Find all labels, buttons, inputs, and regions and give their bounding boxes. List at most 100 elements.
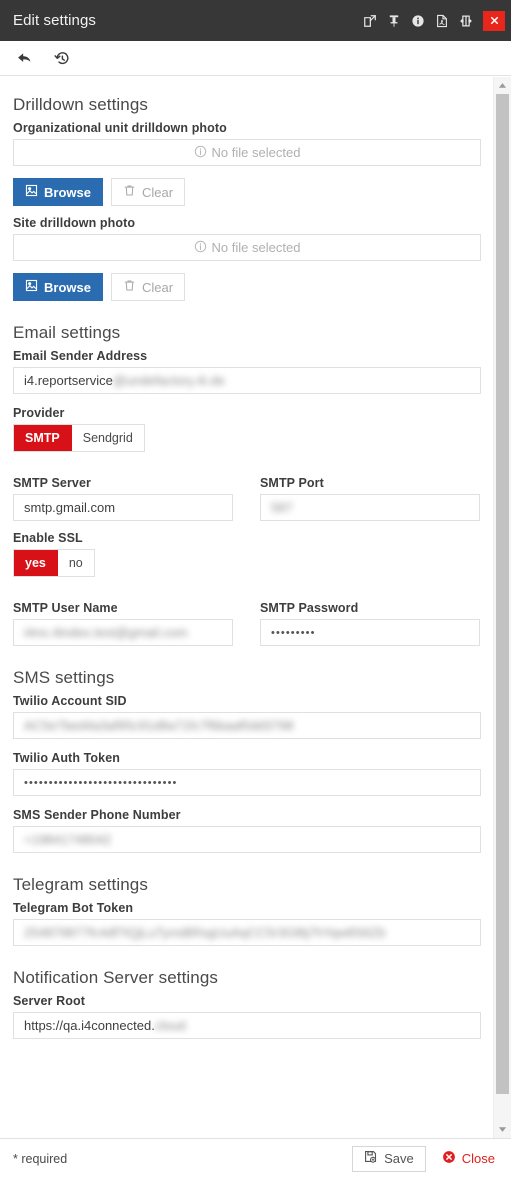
smtp-password-input[interactable]: •••••••••: [260, 619, 480, 646]
sms-sender-phone-number-input[interactable]: +19841748042: [13, 826, 481, 853]
smtp-user-name-value: i4no.4index.test@gmail.com: [24, 625, 188, 640]
label-email-sender-address: Email Sender Address: [13, 349, 148, 363]
pin-icon[interactable]: [383, 10, 405, 32]
pdf-icon[interactable]: [431, 10, 453, 32]
telegram-bot-token-input[interactable]: 254879877fc4df7tQjLuTynsBRsgUuAqCC5r3G8t…: [13, 919, 481, 946]
section-title-notification-server: Notification Server settings: [13, 968, 218, 987]
settings-content: Drilldown settings Organizational unit d…: [0, 95, 494, 1039]
section-title-sms: SMS settings: [13, 668, 115, 687]
section-title-email: Email settings: [13, 323, 121, 342]
ssl-option-yes[interactable]: yes: [14, 550, 58, 576]
site-photo-buttons: Browse Clear: [13, 273, 481, 301]
close-icon[interactable]: [483, 10, 505, 31]
label-smtp-port: SMTP Port: [260, 476, 324, 490]
sms-sender-phone-number-value: +19841748042: [24, 832, 112, 847]
enable-ssl-toggle[interactable]: yes no: [13, 549, 95, 577]
server-root-value: https://qa.i4connected.: [24, 1018, 155, 1033]
provider-option-smtp[interactable]: SMTP: [14, 425, 72, 451]
email-sender-address-input[interactable]: i4.reportservice @undefactory.4i.de: [13, 367, 481, 394]
close-button[interactable]: Close: [438, 1146, 499, 1172]
save-disk-icon: [364, 1150, 378, 1167]
label-org-unit-drilldown-photo: Organizational unit drilldown photo: [13, 121, 227, 135]
label-smtp-server: SMTP Server: [13, 476, 91, 490]
close-circle-icon: [442, 1150, 456, 1167]
smtp-port-input[interactable]: 587: [260, 494, 480, 521]
label-twilio-account-sid: Twilio Account SID: [13, 694, 127, 708]
smtp-user-name-input[interactable]: i4no.4index.test@gmail.com: [13, 619, 233, 646]
trash-icon: [123, 184, 136, 200]
scrollbar-up-arrow-icon[interactable]: [494, 77, 511, 94]
close-button-label: Close: [461, 1151, 495, 1166]
info-circle-icon: [194, 145, 207, 161]
vertical-scrollbar[interactable]: [493, 77, 511, 1138]
twilio-auth-token-input[interactable]: •••••••••••••••••••••••••••••••: [13, 769, 481, 796]
popout-icon[interactable]: [359, 10, 381, 32]
smtp-port-group: SMTP Port 587: [260, 476, 480, 521]
titlebar-actions: [359, 0, 511, 41]
twilio-account-sid-input[interactable]: AC5e7bed4a3af95c91d8a71fc7f6baaf0dd3798: [13, 712, 481, 739]
section-title-drilldown: Drilldown settings: [13, 95, 149, 114]
smtp-server-port-row: SMTP Server smtp.gmail.com SMTP Port 587: [13, 476, 481, 521]
smtp-username-group: SMTP User Name i4no.4index.test@gmail.co…: [13, 601, 233, 646]
browse-button-site[interactable]: Browse: [13, 273, 103, 301]
save-button[interactable]: Save: [352, 1145, 426, 1172]
org-unit-photo-buttons: Browse Clear: [13, 178, 481, 206]
twilio-account-sid-value: AC5e7bed4a3af95c91d8a71fc7f6baaf0dd3798: [24, 718, 294, 733]
window-titlebar: Edit settings: [0, 0, 511, 41]
info-icon[interactable]: [407, 10, 429, 32]
reset-history-icon[interactable]: [51, 47, 73, 69]
image-file-icon: [25, 184, 38, 200]
scrollbar-thumb[interactable]: [496, 94, 509, 1094]
email-sender-address-redacted: @undefactory.4i.de: [112, 373, 225, 388]
smtp-port-value: 587: [271, 500, 293, 515]
save-button-label: Save: [384, 1151, 414, 1166]
info-circle-icon: [194, 240, 207, 256]
provider-option-sendgrid[interactable]: Sendgrid: [71, 425, 144, 451]
clear-button-site[interactable]: Clear: [110, 273, 186, 301]
smtp-server-input[interactable]: smtp.gmail.com: [13, 494, 233, 521]
provider-toggle[interactable]: SMTP Sendgrid: [13, 424, 145, 452]
label-smtp-user-name: SMTP User Name: [13, 601, 118, 615]
label-sms-sender-phone-number: SMS Sender Phone Number: [13, 808, 181, 822]
clear-button-label: Clear: [141, 184, 174, 200]
scrollbar-down-arrow-icon[interactable]: [494, 1121, 511, 1138]
settings-scroll-area: Drilldown settings Organizational unit d…: [0, 77, 511, 1138]
clear-button-label: Clear: [141, 279, 174, 295]
server-root-redacted: cloud: [154, 1018, 186, 1033]
label-twilio-auth-token: Twilio Auth Token: [13, 751, 121, 765]
label-enable-ssl: Enable SSL: [13, 531, 83, 545]
browse-button-org-unit[interactable]: Browse: [13, 178, 103, 206]
required-note: * required: [13, 1151, 68, 1166]
telegram-bot-token-value: 254879877fc4df7tQjLuTynsBRsgUuAqCC5r3G8t…: [24, 925, 386, 940]
smtp-server-value: smtp.gmail.com: [24, 500, 116, 515]
email-sender-address-value: i4.reportservice: [24, 373, 113, 388]
window-title: Edit settings: [13, 12, 97, 29]
ssl-option-no[interactable]: no: [57, 550, 94, 576]
smtp-server-group: SMTP Server smtp.gmail.com: [13, 476, 233, 521]
image-file-icon: [25, 279, 38, 295]
twilio-auth-token-value: •••••••••••••••••••••••••••••••: [24, 776, 178, 789]
site-drilldown-photo-field[interactable]: No file selected: [13, 234, 481, 261]
org-unit-drilldown-photo-field[interactable]: No file selected: [13, 139, 481, 166]
smtp-credentials-row: SMTP User Name i4no.4index.test@gmail.co…: [13, 601, 481, 646]
dialog-footer: * required Save Close: [0, 1138, 511, 1178]
label-smtp-password: SMTP Password: [260, 601, 359, 615]
browse-button-label: Browse: [44, 279, 91, 295]
server-root-input[interactable]: https://qa.i4connected. cloud: [13, 1012, 481, 1039]
smtp-password-group: SMTP Password •••••••••: [260, 601, 480, 646]
footer-actions: Save Close: [352, 1145, 499, 1172]
section-title-telegram: Telegram settings: [13, 875, 148, 894]
org-unit-drilldown-photo-value: No file selected: [211, 145, 301, 160]
label-site-drilldown-photo: Site drilldown photo: [13, 216, 136, 230]
resize-icon[interactable]: [455, 10, 477, 32]
smtp-password-value: •••••••••: [271, 626, 316, 639]
label-server-root: Server Root: [13, 994, 85, 1008]
trash-icon: [123, 279, 136, 295]
site-drilldown-photo-value: No file selected: [211, 240, 301, 255]
label-telegram-bot-token: Telegram Bot Token: [13, 901, 134, 915]
browse-button-label: Browse: [44, 184, 91, 200]
back-arrow-icon[interactable]: [13, 47, 35, 69]
dialog-toolbar: [0, 41, 511, 76]
clear-button-org-unit[interactable]: Clear: [110, 178, 186, 206]
label-provider: Provider: [13, 406, 65, 420]
